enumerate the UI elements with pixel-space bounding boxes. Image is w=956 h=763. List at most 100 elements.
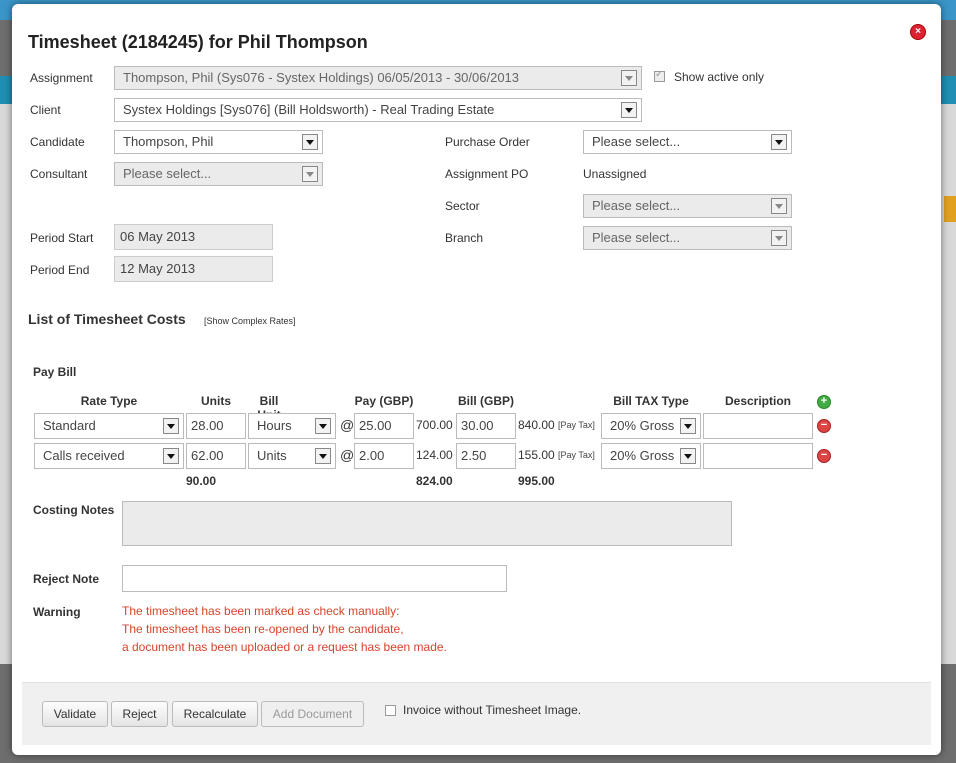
chevron-down-icon xyxy=(771,134,787,150)
show-complex-rates-link[interactable]: [Show Complex Rates] xyxy=(204,316,296,326)
branch-value: Please select... xyxy=(592,230,681,245)
chevron-down-icon xyxy=(163,448,179,464)
assignment-label: Assignment xyxy=(30,71,93,85)
chevron-down-icon xyxy=(315,448,331,464)
sector-label: Sector xyxy=(445,199,480,213)
add-icon[interactable]: + xyxy=(817,395,831,409)
reject-note-input[interactable] xyxy=(122,565,507,592)
invoice-without-image-checkbox[interactable] xyxy=(385,705,396,716)
units-total: 90.00 xyxy=(186,474,217,488)
col-header-rate-type: Rate Type xyxy=(80,394,138,408)
chevron-down-icon xyxy=(621,70,637,86)
reject-button[interactable]: Reject xyxy=(111,701,168,727)
client-label: Client xyxy=(30,103,61,117)
col-header-description: Description xyxy=(724,394,791,408)
add-document-button[interactable]: Add Document xyxy=(261,701,364,727)
chevron-down-icon xyxy=(771,230,787,246)
bill-tax-type-select[interactable]: 20% Gross xyxy=(601,413,701,439)
pay-tax-link[interactable]: [Pay Tax] xyxy=(558,420,595,430)
remove-icon[interactable]: − xyxy=(817,419,831,433)
bill-unit-value: Hours xyxy=(257,418,292,433)
rate-type-select[interactable]: Standard xyxy=(34,413,184,439)
recalculate-button[interactable]: Recalculate xyxy=(172,701,258,727)
units-input[interactable]: 62.00 xyxy=(186,443,246,469)
pay-rate-input[interactable]: 25.00 xyxy=(354,413,414,439)
chevron-down-icon xyxy=(621,102,637,118)
chevron-down-icon xyxy=(302,134,318,150)
remove-icon[interactable]: − xyxy=(817,449,831,463)
bill-unit-select[interactable]: Units xyxy=(248,443,336,469)
assignment-value: Thompson, Phil (Sys076 - Systex Holdings… xyxy=(123,70,520,85)
sector-select[interactable]: Please select... xyxy=(583,194,792,218)
warning-line: a document has been uploaded or a reques… xyxy=(122,640,447,654)
bill-tax-type-value: 20% Gross xyxy=(610,418,675,433)
warning-line: The timesheet has been marked as check m… xyxy=(122,604,400,618)
bill-unit-value: Units xyxy=(257,448,287,463)
purchase-order-select[interactable]: Please select... xyxy=(583,130,792,154)
chevron-down-icon xyxy=(680,448,696,464)
rate-type-select[interactable]: Calls received xyxy=(34,443,184,469)
at-symbol: @ xyxy=(340,417,355,433)
backdrop-accent xyxy=(944,196,956,222)
assignment-po-label: Assignment PO xyxy=(445,167,529,181)
purchase-order-value: Please select... xyxy=(592,134,681,149)
period-end-label: Period End xyxy=(30,263,90,277)
close-icon[interactable]: × xyxy=(910,24,926,40)
pay-rate-input[interactable]: 2.00 xyxy=(354,443,414,469)
at-symbol: @ xyxy=(340,447,355,463)
assignment-select[interactable]: Thompson, Phil (Sys076 - Systex Holdings… xyxy=(114,66,642,90)
assignment-po-value: Unassigned xyxy=(583,167,647,181)
pay-bill-label: Pay Bill xyxy=(33,365,77,379)
warning-label: Warning xyxy=(33,605,81,619)
units-input[interactable]: 28.00 xyxy=(186,413,246,439)
client-select[interactable]: Systex Holdings [Sys076] (Bill Holdswort… xyxy=(114,98,642,122)
period-start-field[interactable]: 06 May 2013 xyxy=(114,224,273,250)
col-header-bill-tax-type: Bill TAX Type xyxy=(613,394,689,408)
period-start-label: Period Start xyxy=(30,231,94,245)
branch-label: Branch xyxy=(445,231,484,245)
warning-line: The timesheet has been re-opened by the … xyxy=(122,622,404,636)
chevron-down-icon xyxy=(302,166,318,182)
timesheet-dialog: Timesheet (2184245) for Phil Thompson × … xyxy=(12,4,941,755)
candidate-label: Candidate xyxy=(30,135,85,149)
bill-rate-input[interactable]: 30.00 xyxy=(456,413,516,439)
chevron-down-icon xyxy=(163,418,179,434)
show-active-only-label: Show active only xyxy=(674,70,765,84)
col-header-pay: Pay (GBP) xyxy=(354,394,414,408)
consultant-select[interactable]: Please select... xyxy=(114,162,323,186)
consultant-label: Consultant xyxy=(30,167,88,181)
description-input[interactable] xyxy=(703,443,813,469)
costing-notes-label: Costing Notes xyxy=(33,503,115,517)
description-input[interactable] xyxy=(703,413,813,439)
candidate-select[interactable]: Thompson, Phil xyxy=(114,130,323,154)
warning-message: The timesheet has been marked as check m… xyxy=(122,602,447,656)
pay-tax-link[interactable]: [Pay Tax] xyxy=(558,450,595,460)
consultant-value: Please select... xyxy=(123,166,212,181)
dialog-title: Timesheet (2184245) for Phil Thompson xyxy=(28,32,368,52)
costs-section-title: List of Timesheet Costs xyxy=(28,311,186,327)
pay-total: 700.00 xyxy=(416,418,453,432)
invoice-without-image-label: Invoice without Timesheet Image. xyxy=(403,703,582,717)
bill-tax-type-value: 20% Gross xyxy=(610,448,675,463)
dialog-footer: Validate Reject Recalculate Add Document… xyxy=(22,682,931,745)
bill-rate-input[interactable]: 2.50 xyxy=(456,443,516,469)
period-end-field[interactable]: 12 May 2013 xyxy=(114,256,273,282)
chevron-down-icon xyxy=(771,198,787,214)
sector-value: Please select... xyxy=(592,198,681,213)
chevron-down-icon xyxy=(315,418,331,434)
branch-select[interactable]: Please select... xyxy=(583,226,792,250)
reject-note-label: Reject Note xyxy=(33,572,100,586)
bill-total: 155.00 xyxy=(518,448,555,462)
client-value: Systex Holdings [Sys076] (Bill Holdswort… xyxy=(123,102,495,117)
show-active-only-checkbox[interactable] xyxy=(654,69,665,82)
costing-notes-textarea[interactable] xyxy=(122,501,732,546)
bill-unit-select[interactable]: Hours xyxy=(248,413,336,439)
pay-total: 124.00 xyxy=(416,448,453,462)
candidate-value: Thompson, Phil xyxy=(123,134,214,149)
bill-tax-type-select[interactable]: 20% Gross xyxy=(601,443,701,469)
validate-button[interactable]: Validate xyxy=(42,701,108,727)
chevron-down-icon xyxy=(680,418,696,434)
col-header-units: Units xyxy=(201,394,231,408)
bill-grand-total: 995.00 xyxy=(518,474,555,488)
rate-type-value: Calls received xyxy=(43,448,125,463)
